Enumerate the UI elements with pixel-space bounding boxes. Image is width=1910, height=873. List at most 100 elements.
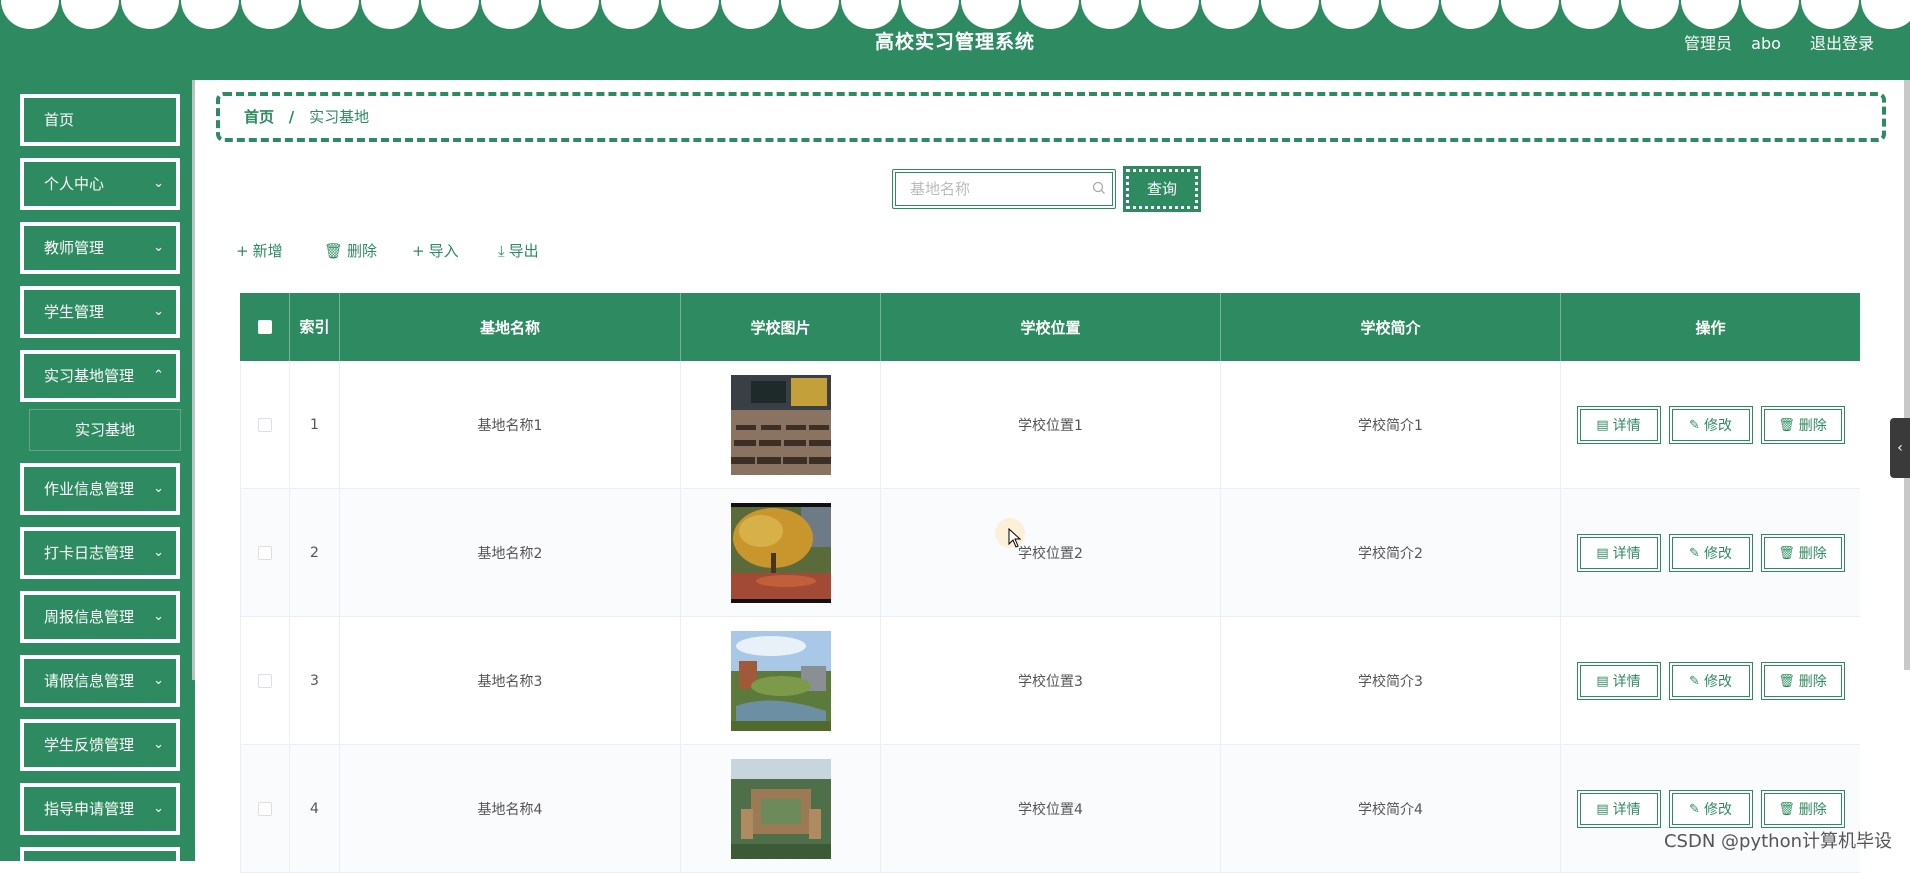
row-image-cell bbox=[681, 745, 881, 873]
trash-icon: 🗑 bbox=[324, 242, 343, 260]
delete-button[interactable]: 🗑删除 bbox=[1761, 662, 1845, 700]
export-button[interactable]: ⤓导出 bbox=[498, 240, 539, 261]
classroom-image[interactable] bbox=[731, 375, 831, 475]
sidebar-item-teacher-management[interactable]: 教师管理 ⌄ bbox=[20, 222, 180, 274]
edit-button[interactable]: ✎修改 bbox=[1669, 534, 1753, 572]
tree-courtyard-image[interactable] bbox=[731, 503, 831, 603]
column-header-intro: 学校简介 bbox=[1221, 293, 1561, 361]
chevron-down-icon: ⌄ bbox=[153, 659, 164, 703]
sidebar-item-label: 指导申请管理 bbox=[44, 800, 134, 818]
sidebar-item-guidance-application-management[interactable]: 指导申请管理 ⌄ bbox=[20, 783, 180, 835]
batch-delete-button[interactable]: 🗑删除 bbox=[324, 240, 377, 261]
row-checkbox-cell bbox=[240, 617, 290, 745]
detail-button[interactable]: ▤详情 bbox=[1577, 790, 1661, 828]
row-location: 学校位置3 bbox=[881, 617, 1221, 745]
detail-button[interactable]: ▤详情 bbox=[1577, 534, 1661, 572]
trash-icon: 🗑 bbox=[1778, 802, 1795, 817]
table-row: 3 基地名称3 学校位置3 学校简介3 ▤详情 ✎修改 🗑删 bbox=[240, 617, 1860, 745]
row-checkbox[interactable] bbox=[258, 418, 272, 432]
detail-button[interactable]: ▤详情 bbox=[1577, 662, 1661, 700]
table-row: 4 基地名称4 学校位置4 学校简介4 ▤详情 ✎修改 🗑删 bbox=[240, 745, 1860, 873]
sidebar-item-feedback-management[interactable]: 学生反馈管理 ⌄ bbox=[20, 719, 180, 771]
sidebar-item-checkin-log-management[interactable]: 打卡日志管理 ⌄ bbox=[20, 527, 180, 579]
row-index: 2 bbox=[290, 489, 340, 617]
sidebar-item-label: 实习基地管理 bbox=[44, 367, 134, 385]
logout-link[interactable]: 退出登录 bbox=[1810, 34, 1874, 53]
row-checkbox[interactable] bbox=[258, 802, 272, 816]
detail-button[interactable]: ▤ 详情 bbox=[1577, 406, 1661, 444]
sidebar-item-home[interactable]: 首页 bbox=[20, 94, 180, 146]
pencil-icon: ✎ bbox=[1689, 546, 1700, 561]
delete-button[interactable]: 🗑 删除 bbox=[1761, 790, 1845, 828]
sidebar-item-personal-center[interactable]: 个人中心 ⌄ bbox=[20, 158, 180, 210]
user-name: abo bbox=[1751, 34, 1781, 53]
sidebar-item-leave-management[interactable]: 请假信息管理 ⌄ bbox=[20, 655, 180, 707]
sidebar-item-student-management[interactable]: 学生管理 ⌄ bbox=[20, 286, 180, 338]
row-index: 4 bbox=[290, 745, 340, 873]
column-header-index: 索引 bbox=[290, 293, 340, 361]
page-scrollbar[interactable] bbox=[1904, 80, 1910, 670]
campus-lake-image[interactable] bbox=[731, 631, 831, 731]
document-icon: ▤ bbox=[1596, 418, 1608, 433]
chevron-down-icon: ⌄ bbox=[153, 723, 164, 767]
delete-button[interactable]: 🗑删除 bbox=[1761, 406, 1845, 444]
row-name: 基地名称1 bbox=[340, 361, 681, 489]
row-location: 学校位置4 bbox=[881, 745, 1221, 873]
delete-label: 删除 bbox=[1799, 799, 1827, 819]
add-button[interactable]: +新增 bbox=[236, 240, 283, 261]
sidebar-item-label: 请假信息管理 bbox=[44, 672, 134, 690]
chevron-down-icon: ⌄ bbox=[153, 226, 164, 270]
select-all-checkbox[interactable] bbox=[258, 320, 272, 334]
pencil-icon: ✎ bbox=[1689, 802, 1700, 817]
pencil-icon: ✎ bbox=[1689, 674, 1700, 689]
row-ops: ▤详情 ✎ 修改 🗑 删除 bbox=[1561, 745, 1860, 873]
sidebar-item-homework-management[interactable]: 作业信息管理 ⌄ bbox=[20, 463, 180, 515]
chevron-down-icon: ⌄ bbox=[153, 787, 164, 831]
edit-label: 修改 bbox=[1704, 799, 1732, 819]
row-image-cell bbox=[681, 361, 881, 489]
row-ops: ▤详情 ✎修改 🗑删除 bbox=[1561, 617, 1860, 745]
search-button[interactable]: 查询 bbox=[1126, 169, 1198, 209]
document-icon: ▤ bbox=[1596, 546, 1608, 561]
sidebar-item-weekly-report-management[interactable]: 周报信息管理 ⌄ bbox=[20, 591, 180, 643]
edit-label: 修改 bbox=[1704, 415, 1732, 435]
sidebar: 首页 个人中心 ⌄ 教师管理 ⌄ 学生管理 ⌄ 实习基地管理 ⌃ 实习基地 作业… bbox=[0, 80, 195, 861]
search-input[interactable] bbox=[896, 173, 1112, 205]
edit-button[interactable]: ✎ 修改 bbox=[1669, 790, 1753, 828]
campus-aerial-image[interactable] bbox=[731, 759, 831, 859]
scallop-decoration bbox=[0, 0, 1910, 30]
row-image-cell bbox=[681, 489, 881, 617]
collapse-tab[interactable]: ‹ bbox=[1890, 418, 1910, 478]
sidebar-item-label: 首页 bbox=[44, 111, 74, 129]
delete-label: 删除 bbox=[347, 242, 377, 260]
detail-label: 详情 bbox=[1613, 415, 1641, 435]
row-ops: ▤ 详情 ✎修改 🗑删除 bbox=[1561, 361, 1860, 489]
edit-button[interactable]: ✎修改 bbox=[1669, 662, 1753, 700]
app-title: 高校实习管理系统 bbox=[0, 27, 1910, 54]
edit-button[interactable]: ✎修改 bbox=[1669, 406, 1753, 444]
row-name: 基地名称4 bbox=[340, 745, 681, 873]
sidebar-item-label: 学生管理 bbox=[44, 303, 104, 321]
sidebar-scrollbar[interactable] bbox=[192, 80, 195, 680]
delete-button[interactable]: 🗑删除 bbox=[1761, 534, 1845, 572]
mouse-cursor-icon bbox=[1008, 528, 1022, 548]
sidebar-item-internship-base-management[interactable]: 实习基地管理 ⌃ bbox=[20, 350, 180, 402]
row-intro: 学校简介1 bbox=[1221, 361, 1561, 489]
table-row: 1 基地名称1 学校位置1 学校简介1 ▤详情 ✎修改 🗑删 bbox=[240, 361, 1860, 489]
row-intro: 学校简介3 bbox=[1221, 617, 1561, 745]
row-image-cell bbox=[681, 617, 881, 745]
sidebar-subitem-internship-base[interactable]: 实习基地 bbox=[30, 410, 180, 450]
row-intro: 学校简介4 bbox=[1221, 745, 1561, 873]
row-checkbox[interactable] bbox=[258, 674, 272, 688]
document-icon: ▤ bbox=[1596, 674, 1608, 689]
add-label: 新增 bbox=[253, 242, 283, 260]
search-icon bbox=[1092, 181, 1106, 195]
row-checkbox[interactable] bbox=[258, 546, 272, 560]
chevron-down-icon: ⌄ bbox=[153, 531, 164, 575]
main-content: 首页 / 实习基地 查询 +新增 🗑删除 +导入 ⤓导出 索引 基地名 bbox=[196, 80, 1910, 861]
import-button[interactable]: +导入 bbox=[412, 240, 459, 261]
sidebar-item-more[interactable] bbox=[20, 847, 180, 861]
row-index: 3 bbox=[290, 617, 340, 745]
breadcrumb-home[interactable]: 首页 bbox=[244, 108, 274, 126]
row-location: 学校位置2 bbox=[881, 489, 1221, 617]
